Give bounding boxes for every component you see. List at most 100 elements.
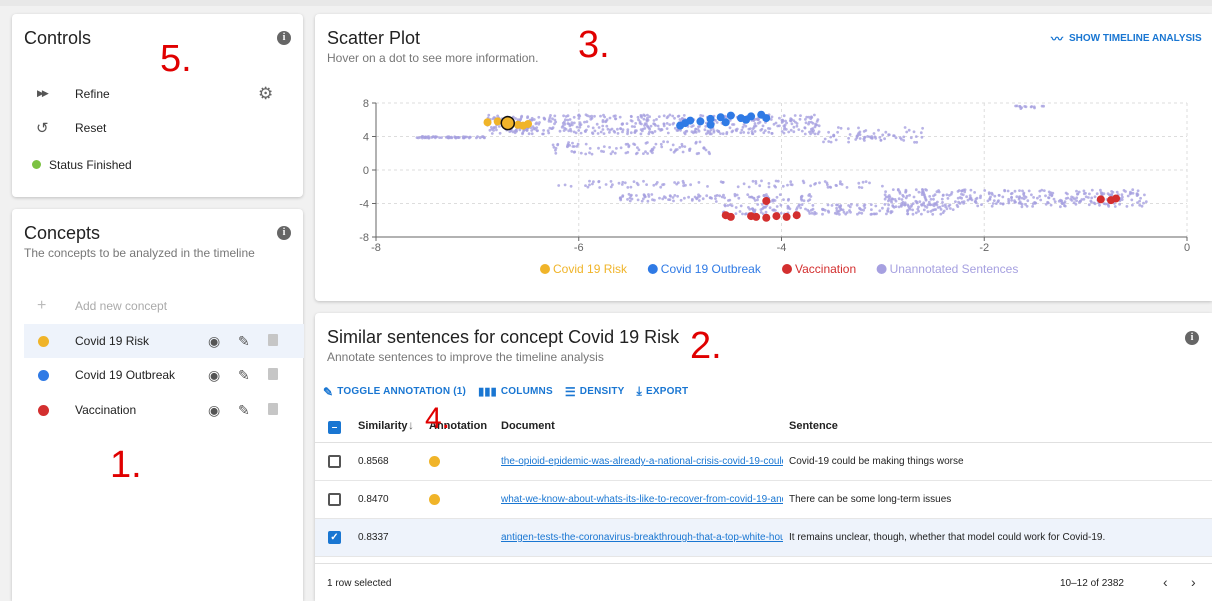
unannotated-point [488,128,492,132]
unannotated-point [756,198,759,202]
unannotated-point [782,114,786,118]
unannotated-point [572,145,576,148]
edit-icon[interactable]: ✎ [238,402,250,419]
unannotated-point [845,186,849,189]
unannotated-point [884,130,888,134]
unannotated-point [1063,204,1067,208]
table-row[interactable]: ✓ 0.8337 antigen-tests-the-coronavirus-b… [315,519,1212,557]
data-point [772,212,781,221]
chevron-right-icon[interactable]: › [1191,574,1196,590]
unannotated-point [629,114,633,118]
reset-button[interactable]: ↺ Reset [12,111,303,145]
unannotated-point [753,124,756,128]
columns-button[interactable]: ▮▮▮ COLUMNS [478,385,553,398]
unannotated-point [810,129,813,133]
eye-icon[interactable]: ◉ [208,333,220,350]
annotation-dot [429,456,440,467]
concepts-title: Concepts [24,223,101,243]
document-link[interactable]: antigen-tests-the-coronavirus-breakthrou… [501,519,783,557]
unannotated-point [963,190,967,194]
reset-icon: ↺ [36,120,49,137]
concept-item[interactable]: Covid 19 Risk ◉ ✎ [24,324,304,358]
unannotated-point [757,121,760,125]
unannotated-point [920,193,924,196]
unannotated-point [736,185,740,189]
unannotated-point [948,203,952,207]
unannotated-point [1090,188,1094,192]
table-row[interactable]: 0.8568 the-opioid-epidemic-was-already-a… [315,443,1212,481]
row-checkbox[interactable] [328,493,341,506]
unannotated-point [1047,196,1051,200]
concept-item[interactable]: Vaccination ◉ ✎ [24,393,304,427]
unannotated-point [657,115,661,118]
export-button[interactable]: ⤓ EXPORT [637,384,689,399]
unannotated-point [719,180,723,184]
unannotated-point [447,135,451,139]
info-icon[interactable]: i [1185,331,1199,345]
sentence-header[interactable]: Sentence [789,420,838,432]
info-icon[interactable]: i [277,226,291,240]
refine-button[interactable]: ▶▶ Refine ⚙ [12,77,303,111]
unannotated-point [899,203,903,207]
unannotated-point [1120,193,1124,197]
unannotated-point [490,132,494,135]
unannotated-point [1020,205,1024,209]
row-checkbox[interactable]: ✓ [328,531,341,544]
gear-icon[interactable]: ⚙ [258,84,273,104]
unannotated-point [744,212,748,216]
unannotated-point [911,202,915,205]
arrow-down-icon[interactable]: ↓ [408,418,414,432]
unannotated-point [601,124,605,128]
unannotated-point [737,196,741,200]
unannotated-point [1066,192,1069,196]
select-all-checkbox[interactable]: – [328,421,341,434]
unannotated-point [974,201,978,205]
step-marker-3: 3. [578,24,610,66]
unannotated-point [838,213,841,216]
unannotated-point [903,126,907,129]
unannotated-point [979,196,982,200]
document-link[interactable]: what-we-know-about-whats-its-like-to-rec… [501,481,783,519]
table-row[interactable]: 0.8470 what-we-know-about-whats-its-like… [315,481,1212,519]
unannotated-point [634,129,637,132]
unannotated-point [893,198,897,201]
add-concept-input[interactable]: + Add new concept [24,289,304,323]
unannotated-point [579,151,583,155]
sentence-cell: Covid-19 could be making things worse [789,456,964,467]
eye-icon[interactable]: ◉ [208,367,220,384]
unannotated-point [553,114,557,118]
delete-icon[interactable] [268,334,278,346]
info-icon[interactable]: i [277,31,291,45]
edit-icon[interactable]: ✎ [238,333,250,350]
data-point [742,115,751,124]
unannotated-point [818,181,821,185]
unannotated-point [616,132,620,135]
document-link[interactable]: the-opioid-epidemic-was-already-a-nation… [501,443,783,481]
unannotated-point [874,136,878,140]
toggle-annotation-button[interactable]: ✎ TOGGLE ANNOTATION (1) [323,385,466,399]
concept-color-dot [38,404,49,416]
unannotated-point [587,125,590,128]
unannotated-point [997,193,1001,197]
show-timeline-button[interactable]: 〰 SHOW TIMELINE ANALYSIS [1051,30,1202,47]
unannotated-point [907,128,911,132]
edit-icon[interactable]: ✎ [238,367,250,384]
unannotated-point [881,133,885,137]
unannotated-point [566,143,570,146]
unannotated-point [914,211,918,215]
delete-icon[interactable] [268,403,278,415]
similarity-header[interactable]: Similarity [358,420,408,432]
row-checkbox[interactable] [328,455,341,468]
chevron-left-icon[interactable]: ‹ [1163,574,1168,590]
unannotated-point [646,199,650,203]
unannotated-point [1136,193,1140,197]
concept-item[interactable]: Covid 19 Outbreak ◉ ✎ [24,358,304,392]
unannotated-point [551,143,555,147]
unannotated-point [1010,196,1013,200]
density-button[interactable]: ☰ DENSITY [565,385,625,399]
sentences-subtitle: Annotate sentences to improve the timeli… [327,350,604,364]
unannotated-point [933,193,937,197]
document-header[interactable]: Document [501,420,555,432]
delete-icon[interactable] [268,368,278,380]
eye-icon[interactable]: ◉ [208,402,220,419]
